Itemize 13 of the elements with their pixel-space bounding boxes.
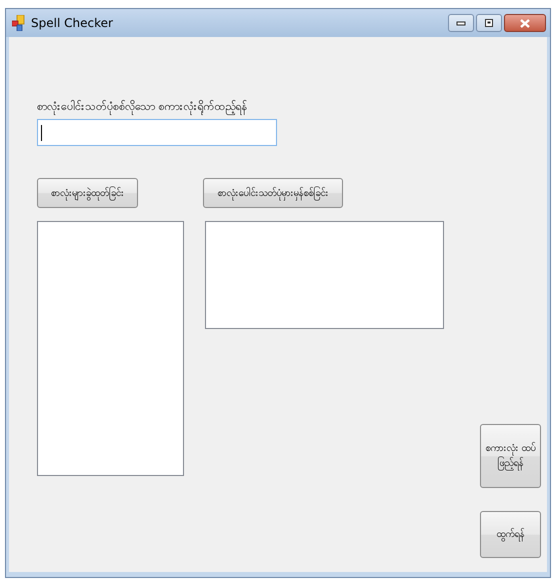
- minimize-icon[interactable]: [448, 14, 474, 32]
- list-box[interactable]: [205, 221, 444, 329]
- app-icon: [12, 15, 26, 31]
- split-button[interactable]: စာလုံးများခွဲထုတ်ခြင်း: [37, 178, 138, 208]
- input-field[interactable]: [37, 119, 277, 146]
- window-title: Spell Checker: [31, 16, 114, 30]
- exit-button[interactable]: ထွက်ရန်: [480, 511, 541, 558]
- check-button[interactable]: စာလုံးပေါင်းသတ်ပုံမှားမှန်စစ်ခြင်း: [203, 178, 343, 208]
- add-word-button[interactable]: စကားလုံး ထပ်ဖြည့်ရန်: [480, 424, 541, 488]
- field-label: စာလုံးပေါင်းသတ်ပုံစစ်လိုသော စကားလုံးရိုက်ထည့်ရန်: [37, 99, 246, 115]
- close-icon[interactable]: [504, 14, 546, 32]
- maximize-icon[interactable]: [476, 14, 502, 32]
- list-box[interactable]: [37, 221, 184, 476]
